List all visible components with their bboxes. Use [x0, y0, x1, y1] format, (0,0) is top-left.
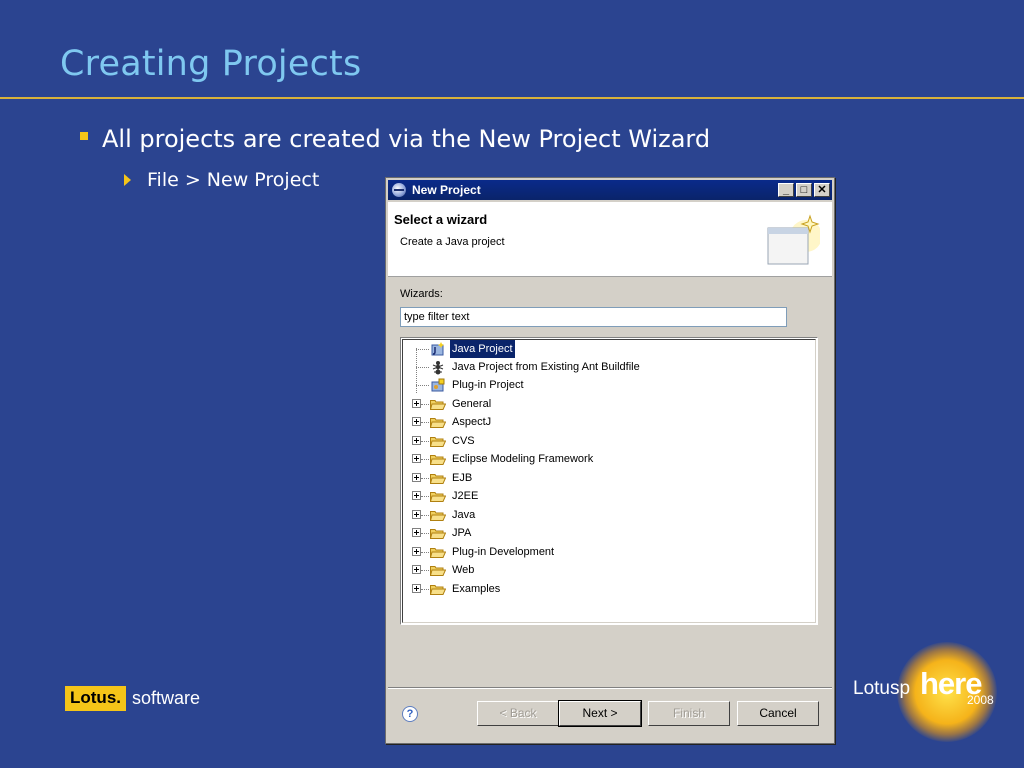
expand-icon[interactable] — [412, 510, 421, 519]
tree-connector — [416, 349, 429, 350]
expand-icon[interactable] — [412, 399, 421, 408]
tree-item-label: Examples — [452, 583, 501, 595]
tree-connector — [421, 515, 429, 516]
tree-connector — [421, 552, 429, 553]
lotus-software-text: software — [132, 688, 201, 708]
sub-bullet-item: File > New Project — [124, 169, 319, 191]
expand-icon[interactable] — [412, 491, 421, 500]
wizards-label: Wizards: — [400, 288, 443, 300]
tree-connector — [416, 385, 429, 386]
folder-icon — [430, 529, 446, 539]
tree-connector — [416, 367, 429, 368]
folder-icon — [430, 566, 446, 576]
expand-icon[interactable] — [412, 547, 421, 556]
tree-item-label: AspectJ — [452, 416, 492, 428]
expand-icon[interactable] — [412, 417, 421, 426]
tree-item-label: EJB — [452, 472, 473, 484]
folder-icon — [430, 492, 446, 502]
back-button[interactable]: < Back — [477, 701, 559, 726]
tree-connector — [421, 589, 429, 590]
arrow-bullet-icon — [124, 174, 131, 186]
dialog-titlebar[interactable]: New Project _ □ ✕ — [388, 180, 832, 200]
next-button[interactable]: Next > — [558, 700, 642, 727]
java-project-icon — [431, 342, 444, 356]
expand-icon[interactable] — [412, 565, 421, 574]
tree-connector — [416, 348, 417, 393]
tree-item-label: CVS — [452, 435, 475, 447]
folder-icon — [430, 511, 446, 521]
wizard-tree-frame: Java Project Java Project from Existing … — [402, 339, 816, 623]
expand-icon[interactable] — [412, 436, 421, 445]
tree-connector — [421, 533, 429, 534]
folder-icon — [430, 418, 446, 428]
close-icon: ✕ — [817, 184, 827, 196]
square-bullet-icon — [80, 132, 88, 140]
tree-connector — [421, 570, 429, 571]
plugin-icon — [431, 378, 445, 392]
tree-connector — [421, 404, 429, 405]
tree-item-label: Java Project from Existing Ant Buildfile — [452, 361, 640, 373]
expand-icon[interactable] — [412, 473, 421, 482]
lotus-brand: Lotus. — [65, 686, 126, 711]
wizard-tree[interactable]: Java Project Java Project from Existing … — [400, 337, 818, 625]
maximize-icon: □ — [800, 184, 808, 196]
lotus-software-logo: Lotus. software — [65, 686, 200, 711]
tree-connector — [421, 422, 429, 423]
wizard-header: Select a wizard Create a Java project — [388, 202, 832, 277]
tree-connector — [421, 441, 429, 442]
tree-connector — [421, 459, 429, 460]
close-button[interactable]: ✕ — [814, 183, 830, 197]
folder-icon — [430, 400, 446, 410]
tree-item-label: Plug-in Project — [452, 379, 524, 391]
expand-icon[interactable] — [412, 584, 421, 593]
tree-item-label: Java Project — [450, 340, 515, 358]
finish-button[interactable]: Finish — [648, 701, 730, 726]
ant-icon — [432, 361, 444, 375]
slide-title: Creating Projects — [60, 44, 362, 84]
tree-item-label: Plug-in Development — [452, 546, 555, 558]
tree-item-label: J2EE — [452, 490, 479, 502]
button-bar-divider — [388, 687, 832, 689]
new-project-dialog: New Project _ □ ✕ Select a wizard Create… — [385, 177, 835, 744]
help-icon[interactable]: ? — [402, 706, 418, 722]
wizard-header-description: Create a Java project — [400, 236, 505, 248]
minimize-icon: _ — [782, 184, 790, 196]
new-wizard-banner-icon — [767, 214, 820, 265]
tree-item-label: Java — [452, 509, 476, 521]
tree-item-label: Eclipse Modeling Framework — [452, 453, 594, 465]
sub-bullet-text: File > New Project — [147, 169, 320, 191]
folder-icon — [430, 437, 446, 447]
folder-icon — [430, 474, 446, 484]
bullet-text: All projects are created via the New Pro… — [102, 125, 711, 153]
eclipse-icon — [392, 183, 406, 197]
folder-icon — [430, 585, 446, 595]
expand-icon[interactable] — [412, 454, 421, 463]
minimize-button[interactable]: _ — [778, 183, 794, 197]
folder-icon — [430, 455, 446, 465]
maximize-button[interactable]: □ — [796, 183, 812, 197]
tree-item-label: General — [452, 398, 492, 410]
lotusphere-logo: Lotusp here 2008 — [843, 622, 1013, 762]
expand-icon[interactable] — [412, 528, 421, 537]
wizard-header-title: Select a wizard — [394, 212, 488, 227]
bullet-item: All projects are created via the New Pro… — [80, 125, 710, 153]
lotusphere-year: 2008 — [967, 693, 994, 707]
tree-item-label: Web — [452, 564, 475, 576]
tree-connector — [421, 496, 429, 497]
dialog-title: New Project — [412, 183, 481, 197]
folder-icon — [430, 548, 446, 558]
lotusphere-prefix: Lotusp — [853, 678, 911, 699]
title-divider — [0, 97, 1024, 99]
cancel-button[interactable]: Cancel — [737, 701, 819, 726]
filter-input[interactable] — [400, 307, 787, 327]
tree-item-label: JPA — [452, 527, 472, 539]
tree-connector — [421, 478, 429, 479]
